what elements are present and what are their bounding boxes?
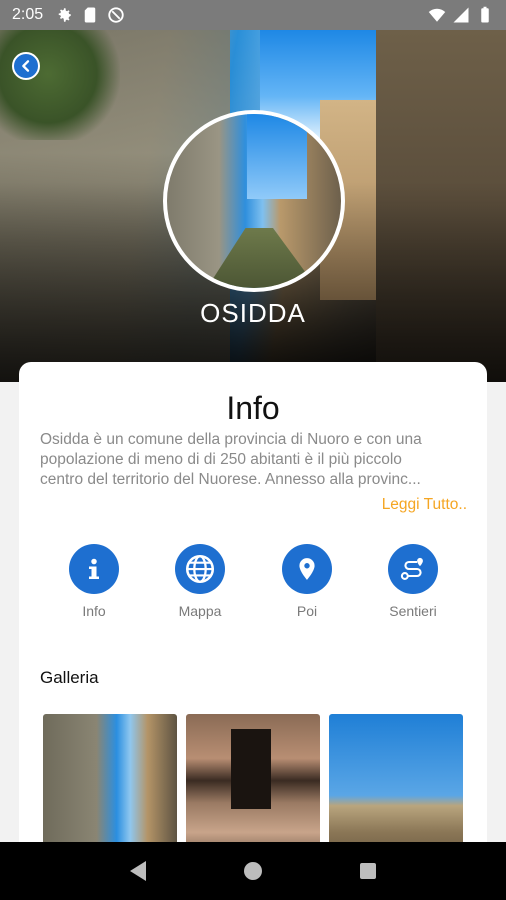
nav-recents-button[interactable] — [353, 856, 383, 886]
action-label: Mappa — [178, 603, 222, 619]
description-line: centro del territorio del Nuorese. Annes… — [40, 471, 421, 488]
status-time: 2:05 — [12, 6, 44, 23]
info-description: Osidda è un comune della provincia di Nu… — [40, 430, 468, 490]
home-circle-icon — [243, 862, 262, 880]
back-triangle-icon — [129, 861, 146, 881]
gallery-title: Galleria — [40, 668, 99, 687]
globe-icon — [175, 544, 225, 594]
system-nav-bar — [0, 842, 506, 900]
avatar-sky — [247, 114, 307, 199]
gallery-thumb-street[interactable] — [43, 714, 177, 862]
recents-square-icon — [360, 863, 377, 879]
action-sentieri[interactable]: Sentieri — [363, 544, 463, 619]
description-line: Osidda è un comune della provincia di Nu… — [40, 431, 422, 448]
action-row: Info Mappa Poi Sentieri — [19, 544, 487, 624]
map-pin-icon — [282, 544, 332, 594]
chevron-left-icon — [22, 60, 30, 72]
sim-card-icon — [84, 7, 96, 23]
info-title: Info — [226, 390, 280, 426]
nav-back-button[interactable] — [123, 856, 153, 886]
action-info[interactable]: Info — [44, 544, 144, 619]
battery-icon — [481, 6, 489, 23]
hero-greenery — [0, 30, 120, 140]
gallery — [43, 714, 463, 862]
town-name: OSIDDA — [200, 298, 306, 328]
action-label: Poi — [296, 603, 318, 619]
route-icon — [388, 544, 438, 594]
read-more-link[interactable]: Leggi Tutto.. — [382, 496, 467, 514]
description-line: popolazione di meno di di 250 abitanti è… — [40, 451, 402, 468]
do-not-disturb-icon — [108, 7, 124, 23]
info-icon — [69, 544, 119, 594]
status-icons-right — [428, 6, 494, 24]
nav-home-button[interactable] — [238, 856, 268, 886]
info-card: Info Osidda è un comune della provincia … — [19, 362, 487, 862]
settings-icon — [58, 8, 71, 22]
action-poi[interactable]: Poi — [257, 544, 357, 619]
signal-icon — [453, 7, 469, 23]
action-label: Sentieri — [389, 603, 437, 619]
action-mappa[interactable]: Mappa — [150, 544, 250, 619]
town-avatar — [163, 110, 345, 292]
action-label: Info — [82, 603, 106, 619]
wifi-icon — [428, 8, 446, 22]
status-bar: 2:05 — [0, 0, 506, 30]
status-icons-left — [55, 6, 125, 24]
gallery-thumb-stone-wall[interactable] — [186, 714, 320, 862]
gallery-thumb-nuraghe[interactable] — [329, 714, 463, 862]
avatar-path — [207, 228, 317, 288]
back-button[interactable] — [12, 52, 40, 80]
thumb-hole — [231, 729, 271, 809]
